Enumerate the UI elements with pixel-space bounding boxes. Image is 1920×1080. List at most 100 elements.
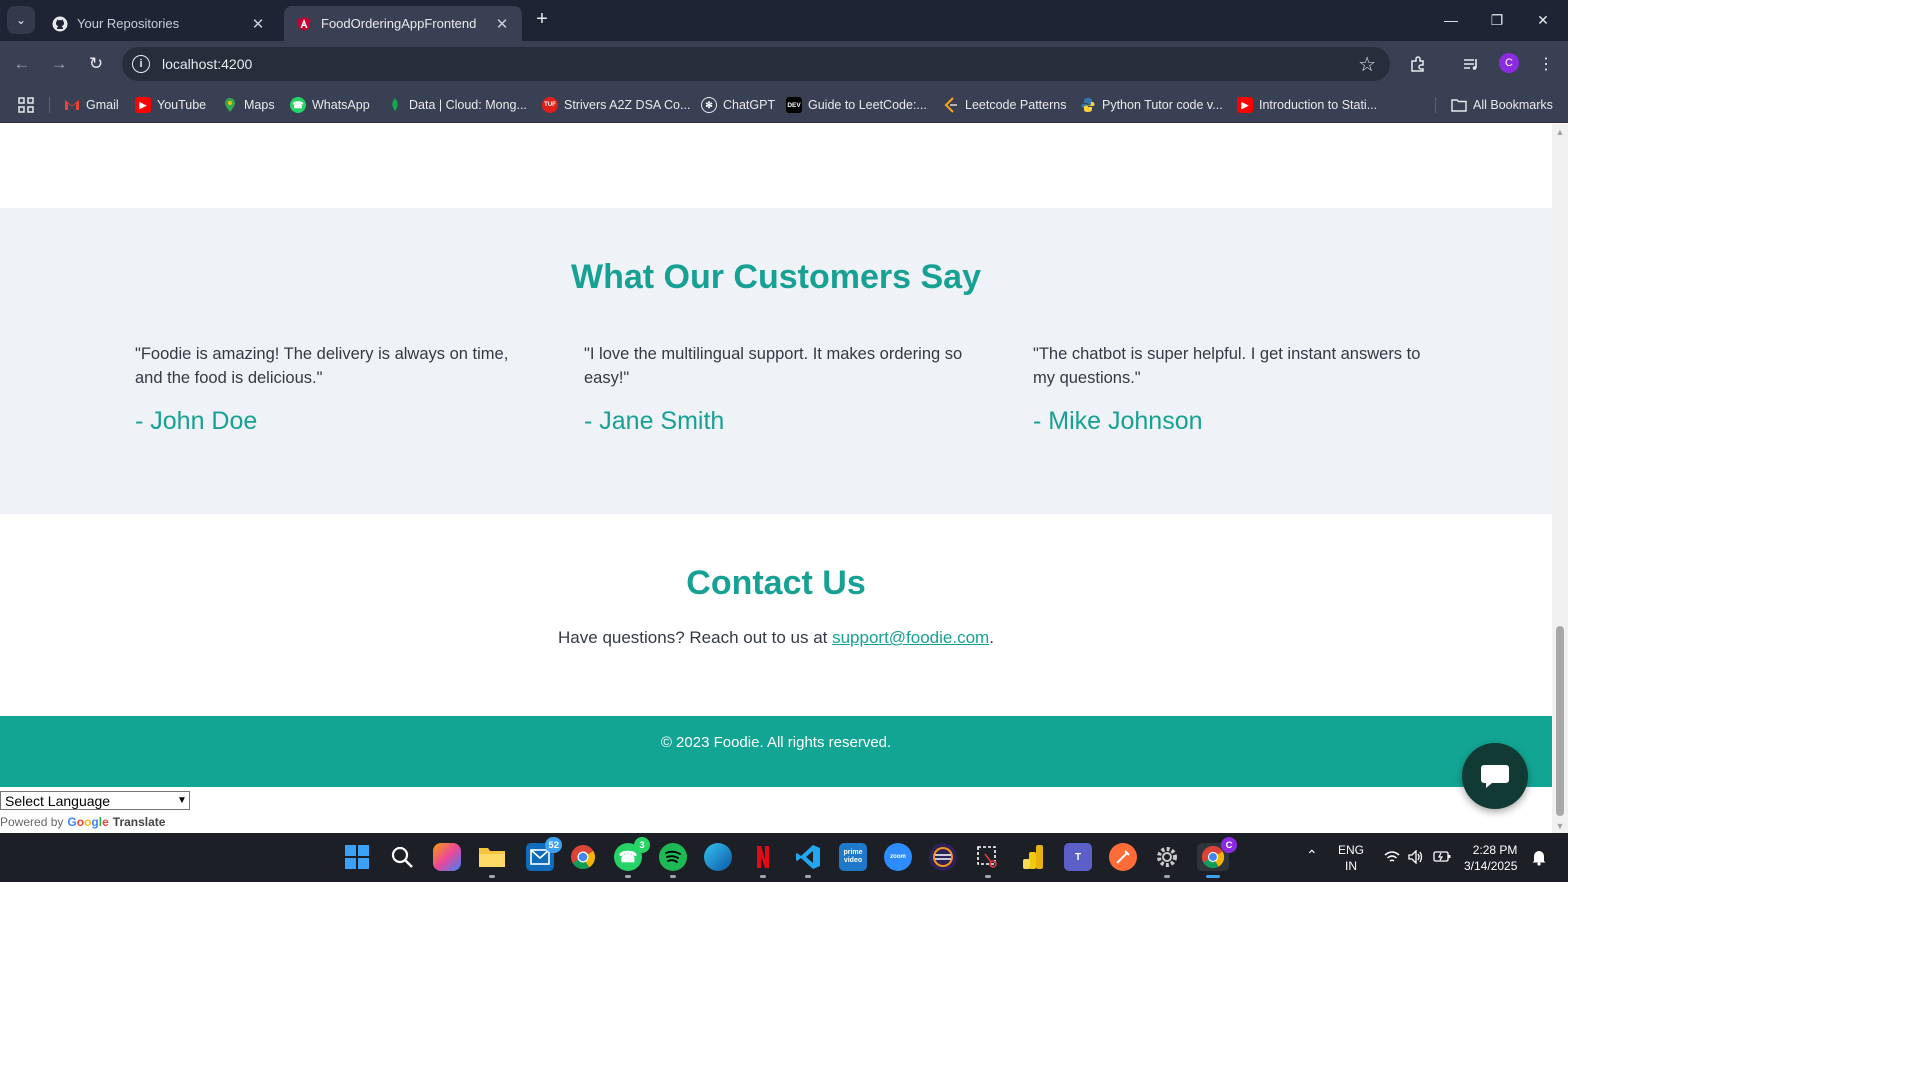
active-indicator <box>1206 875 1220 878</box>
zoom-icon[interactable]: zoom <box>884 843 912 871</box>
notification-badge: 3 <box>634 837 650 853</box>
running-indicator <box>489 875 495 878</box>
close-icon[interactable]: ✕ <box>494 15 510 33</box>
bookmark-leetcode-patterns[interactable]: Leetcode Patterns <box>943 94 1066 116</box>
clock-time: 2:28 PM <box>1472 843 1518 857</box>
bookmark-whatsapp[interactable]: ☎ WhatsApp <box>290 94 370 116</box>
bookmark-chatgpt[interactable]: ✻ ChatGPT <box>701 94 775 116</box>
bookmark-mongodb[interactable]: Data | Cloud: Mong... <box>387 94 527 116</box>
netflix-icon[interactable] <box>749 843 777 878</box>
running-indicator <box>1164 875 1170 878</box>
volume-icon[interactable] <box>1408 849 1424 867</box>
bookmark-gmail[interactable]: Gmail <box>64 94 119 116</box>
contact-title: Contact Us <box>686 564 866 602</box>
chevron-down-icon: ⌄ <box>15 13 27 27</box>
edge-icon[interactable] <box>704 843 732 871</box>
mongodb-icon <box>387 97 403 113</box>
copilot-icon[interactable] <box>433 843 461 871</box>
bookmark-separator <box>1435 97 1436 113</box>
bookmark-intro-statistics[interactable]: ▶ Introduction to Stati... <box>1237 94 1377 116</box>
battery-icon[interactable] <box>1433 850 1451 865</box>
star-icon[interactable]: ☆ <box>1358 52 1376 77</box>
scroll-thumb[interactable] <box>1556 626 1564 816</box>
teams-icon[interactable]: T <box>1064 843 1092 871</box>
wifi-icon[interactable] <box>1384 850 1400 867</box>
bookmark-label: Leetcode Patterns <box>965 98 1067 112</box>
bookmark-youtube[interactable]: ▶ YouTube <box>135 94 206 116</box>
all-bookmarks[interactable]: All Bookmarks <box>1451 94 1553 116</box>
spotify-icon[interactable] <box>659 843 687 878</box>
notifications-icon[interactable] <box>1531 848 1547 869</box>
testimonial-card: "Foodie is amazing! The delivery is alwa… <box>135 342 525 436</box>
tab-your-repositories[interactable]: Your Repositories ✕ <box>40 6 278 41</box>
eclipse-icon[interactable] <box>929 843 957 871</box>
testimonial-card: "The chatbot is super helpful. I get ins… <box>1033 342 1423 436</box>
reload-button[interactable]: ↻ <box>83 51 109 77</box>
file-explorer-icon[interactable] <box>478 843 506 878</box>
system-clock[interactable]: 2:28 PM 3/14/2025 <box>1464 842 1517 874</box>
postman-icon[interactable] <box>1109 843 1137 871</box>
bookmark-python-tutor[interactable]: Python Tutor code v... <box>1080 94 1223 116</box>
close-window-button[interactable]: ✕ <box>1520 0 1566 40</box>
maps-icon <box>222 97 238 113</box>
chevron-up-icon[interactable]: ⌃ <box>1306 847 1318 864</box>
running-indicator <box>625 875 631 878</box>
tab-food-ordering-app[interactable]: FoodOrderingAppFrontend ✕ <box>284 6 522 41</box>
input-language[interactable]: ENG IN <box>1338 842 1364 874</box>
extensions-icon[interactable] <box>1406 52 1430 76</box>
chrome-profile-icon[interactable]: C <box>1197 837 1237 878</box>
outlook-icon[interactable]: 52 <box>526 837 562 871</box>
scroll-up-arrow[interactable]: ▲ <box>1555 127 1565 137</box>
chatbot-button[interactable] <box>1462 743 1528 809</box>
bookmark-label: Python Tutor code v... <box>1102 98 1223 112</box>
power-bi-icon[interactable] <box>1019 843 1047 871</box>
whatsapp-icon: ☎ <box>290 97 306 113</box>
scroll-down-arrow[interactable]: ▼ <box>1555 821 1565 831</box>
forward-button[interactable]: → <box>46 51 72 77</box>
restore-button[interactable]: ❐ <box>1474 0 1520 40</box>
search-icon[interactable] <box>388 843 416 871</box>
running-indicator <box>985 875 991 878</box>
url-text[interactable]: localhost:4200 <box>162 56 252 72</box>
youtube-icon: ▶ <box>135 97 151 113</box>
prime-video-icon[interactable]: prime video <box>839 843 867 871</box>
contact-section: Contact Us Have questions? Reach out to … <box>0 514 1552 716</box>
testimonial-quote: "The chatbot is super helpful. I get ins… <box>1033 345 1421 387</box>
whatsapp-icon[interactable]: ☎ 3 <box>614 837 650 878</box>
tab-title: FoodOrderingAppFrontend <box>321 16 477 31</box>
language-select[interactable]: Select Language ▼ <box>0 791 190 810</box>
contact-text-suffix: . <box>989 628 994 647</box>
apps-icon[interactable] <box>17 94 35 116</box>
bookmark-leetcode-guide[interactable]: DEV Guide to LeetCode:... <box>786 94 927 116</box>
snipping-tool-icon[interactable] <box>974 843 1002 878</box>
back-button[interactable]: ← <box>9 51 35 77</box>
running-indicator <box>760 875 766 878</box>
bookmark-strivers[interactable]: TUF Strivers A2Z DSA Co... <box>542 94 690 116</box>
clock-date: 3/14/2025 <box>1464 859 1518 873</box>
google-logo[interactable]: Google <box>67 815 108 829</box>
close-icon[interactable]: ✕ <box>250 15 266 33</box>
chrome-icon[interactable] <box>569 843 597 871</box>
site-info-icon[interactable]: i <box>132 55 150 73</box>
translate-label: Translate <box>112 815 166 829</box>
tuf-icon: TUF <box>542 97 558 113</box>
testimonial-quote: "Foodie is amazing! The delivery is alwa… <box>135 345 509 387</box>
testimonial-author: - Jane Smith <box>584 407 725 435</box>
bookmark-maps[interactable]: Maps <box>222 94 275 116</box>
tab-search-button[interactable]: ⌄ <box>7 6 35 34</box>
address-bar[interactable]: i localhost:4200 ☆ <box>122 47 1390 81</box>
minimize-button[interactable]: — <box>1428 0 1474 40</box>
page-scrollbar[interactable]: ▲ ▼ <box>1552 124 1568 833</box>
start-icon[interactable] <box>343 843 371 871</box>
new-tab-button[interactable]: + <box>530 8 554 32</box>
site-footer: © 2023 Foodie. All rights reserved. <box>0 716 1552 787</box>
settings-icon[interactable] <box>1153 843 1181 878</box>
vscode-icon[interactable] <box>794 843 822 878</box>
testimonials-title: What Our Customers Say <box>571 258 981 296</box>
menu-icon[interactable]: ⋮ <box>1534 52 1558 76</box>
support-email-link[interactable]: support@foodie.com <box>832 628 989 647</box>
testimonial-author: - John Doe <box>135 407 258 435</box>
media-control-icon[interactable] <box>1459 52 1483 76</box>
footer-copyright: © 2023 Foodie. All rights reserved. <box>660 734 892 751</box>
profile-avatar[interactable]: C <box>1499 53 1519 73</box>
